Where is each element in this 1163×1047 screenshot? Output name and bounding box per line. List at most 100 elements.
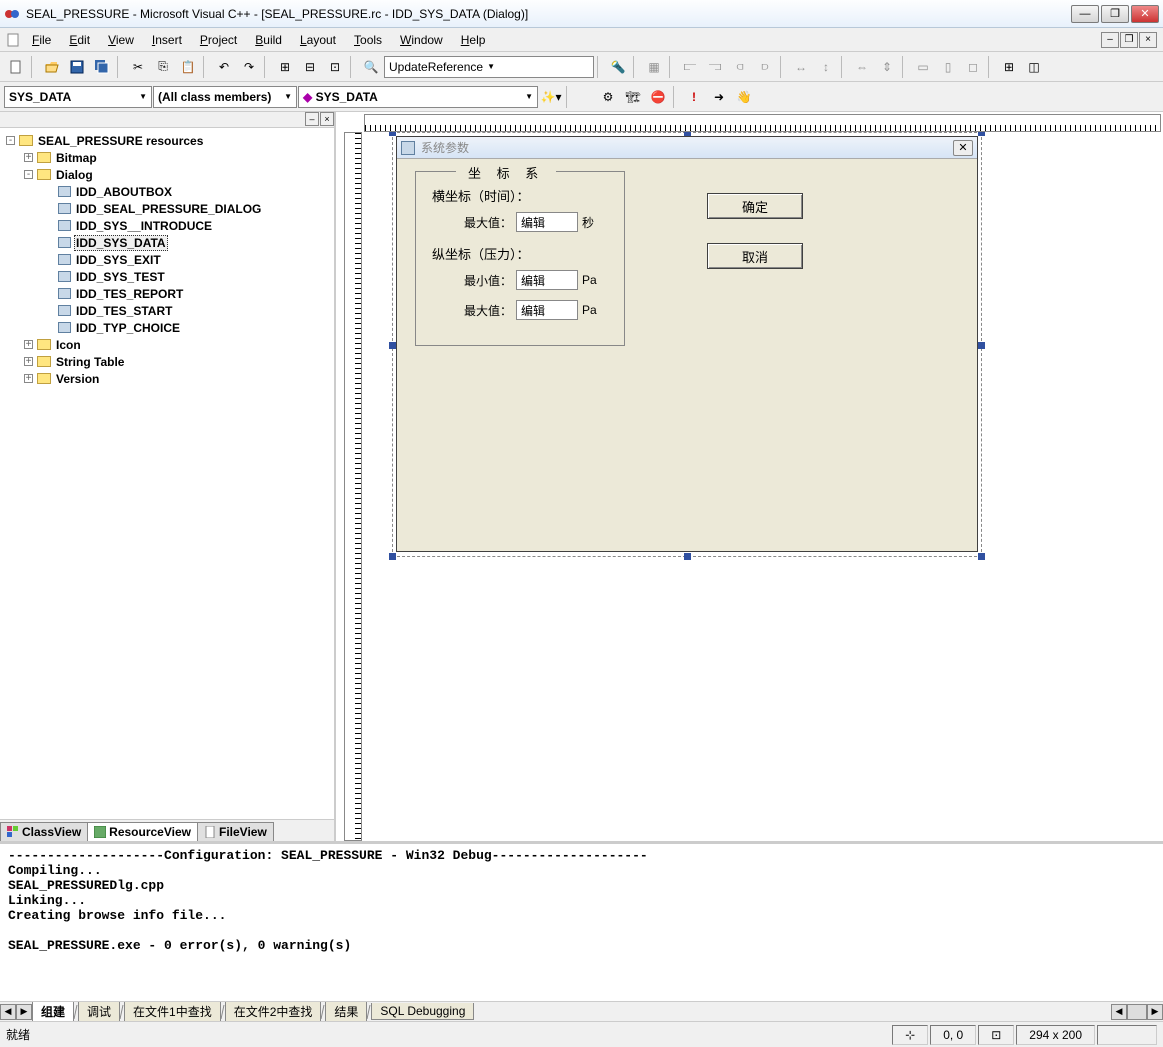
wizard-action-button[interactable]: ✨▾: [539, 85, 563, 109]
ok-button[interactable]: 确定: [707, 193, 803, 219]
menu-edit[interactable]: Edit: [61, 31, 98, 49]
output-tab-debug[interactable]: 调试: [78, 1002, 120, 1022]
go-button[interactable]: ➜: [707, 85, 731, 109]
dialog-preview[interactable]: 系统参数 ✕ 坐 标 系 横坐标（时间）： 最大值： 编辑 秒 纵: [396, 136, 978, 552]
menu-window[interactable]: Window: [392, 31, 451, 49]
paste-button[interactable]: 📋: [176, 55, 200, 79]
tab-resourceview[interactable]: ResourceView: [87, 822, 198, 841]
output-hscroll-right[interactable]: ▶: [1147, 1004, 1163, 1020]
guides-button[interactable]: ◫: [1022, 55, 1046, 79]
menu-tools[interactable]: Tools: [346, 31, 390, 49]
ruler-horizontal[interactable]: [364, 114, 1161, 132]
class-combo[interactable]: SYS_DATA▼: [4, 86, 152, 108]
output-tab-find2[interactable]: 在文件2中查找: [225, 1002, 322, 1022]
member-filter-combo[interactable]: (All class members)▼: [153, 86, 297, 108]
output-hscroll-thumb[interactable]: [1127, 1004, 1147, 1020]
align-right-button[interactable]: ⫎: [703, 55, 727, 79]
build-button[interactable]: 🏗: [621, 85, 645, 109]
tree-dialog-item[interactable]: IDD_TES_REPORT: [4, 285, 330, 302]
tree-bitmap[interactable]: +Bitmap: [4, 149, 330, 166]
maximize-button[interactable]: ❐: [1101, 5, 1129, 23]
test-button[interactable]: ▦: [642, 55, 666, 79]
workspace-button[interactable]: ⊞: [273, 55, 297, 79]
output-hscroll-left[interactable]: ◀: [1111, 1004, 1127, 1020]
label-y-min: 最小值：: [440, 272, 512, 289]
align-top-button[interactable]: ⫏: [728, 55, 752, 79]
grid-button[interactable]: ⊞: [997, 55, 1021, 79]
align-bottom-button[interactable]: ⫐: [753, 55, 777, 79]
find-button[interactable]: 🔍: [359, 55, 383, 79]
ruler-vertical[interactable]: [344, 132, 362, 841]
save-all-button[interactable]: [90, 55, 114, 79]
window-list-button[interactable]: ⊡: [323, 55, 347, 79]
output-text[interactable]: --------------------Configuration: SEAL_…: [0, 844, 1163, 1001]
tree-version[interactable]: +Version: [4, 370, 330, 387]
minimize-button[interactable]: —: [1071, 5, 1099, 23]
input-y-max[interactable]: 编辑: [516, 300, 578, 320]
preview-close-button[interactable]: ✕: [953, 140, 973, 156]
symbol-combo[interactable]: ◆ SYS_DATA▼: [298, 86, 538, 108]
tree-dialog-item[interactable]: IDD_ABOUTBOX: [4, 183, 330, 200]
new-button[interactable]: [4, 55, 28, 79]
tree-dialog[interactable]: -Dialog: [4, 166, 330, 183]
tab-fileview[interactable]: FileView: [197, 822, 274, 841]
input-x-max[interactable]: 编辑: [516, 212, 578, 232]
mdi-minimize-button[interactable]: –: [1101, 32, 1119, 48]
find-combo[interactable]: UpdateReference▼: [384, 56, 594, 78]
tree-dialog-item[interactable]: IDD_SEAL_PRESSURE_DIALOG: [4, 200, 330, 217]
tree-icon[interactable]: +Icon: [4, 336, 330, 353]
mdi-restore-button[interactable]: ❐: [1120, 32, 1138, 48]
design-canvas[interactable]: 系统参数 ✕ 坐 标 系 横坐标（时间）： 最大值： 编辑 秒 纵: [362, 132, 1163, 841]
space-h-button[interactable]: ⇔: [850, 55, 874, 79]
cancel-button[interactable]: 取消: [707, 243, 803, 269]
tree-string-table[interactable]: +String Table: [4, 353, 330, 370]
tree-dialog-item[interactable]: IDD_SYS_EXIT: [4, 251, 330, 268]
output-scroll-right[interactable]: ▶: [16, 1004, 32, 1020]
menu-layout[interactable]: Layout: [292, 31, 344, 49]
output-scroll-left[interactable]: ◀: [0, 1004, 16, 1020]
mdi-close-button[interactable]: ×: [1139, 32, 1157, 48]
close-button[interactable]: ✕: [1131, 5, 1159, 23]
output-tab-find1[interactable]: 在文件1中查找: [124, 1002, 221, 1022]
align-left-button[interactable]: ⫍: [678, 55, 702, 79]
tab-classview[interactable]: ClassView: [0, 822, 88, 841]
panel-dock-button[interactable]: –: [305, 112, 319, 126]
redo-button[interactable]: ↷: [237, 55, 261, 79]
stop-build-button[interactable]: ⛔: [646, 85, 670, 109]
output-button[interactable]: ⊟: [298, 55, 322, 79]
center-v-button[interactable]: ↕: [814, 55, 838, 79]
same-width-button[interactable]: ▭: [911, 55, 935, 79]
output-tab-results[interactable]: 结果: [325, 1002, 367, 1022]
copy-button[interactable]: ⎘: [151, 55, 175, 79]
search-button[interactable]: 🔦: [606, 55, 630, 79]
input-y-min[interactable]: 编辑: [516, 270, 578, 290]
breakpoint-button[interactable]: 👋: [732, 85, 756, 109]
panel-close-button[interactable]: ×: [320, 112, 334, 126]
undo-button[interactable]: ↶: [212, 55, 236, 79]
menu-insert[interactable]: Insert: [144, 31, 190, 49]
tree-root[interactable]: -SEAL_PRESSURE resources: [4, 132, 330, 149]
same-size-button[interactable]: ◻: [961, 55, 985, 79]
menu-file[interactable]: File: [24, 31, 59, 49]
groupbox-coords[interactable]: 坐 标 系 横坐标（时间）： 最大值： 编辑 秒 纵坐标（压力）： 最小值： 编…: [415, 171, 625, 346]
menu-view[interactable]: View: [100, 31, 142, 49]
compile-button[interactable]: ⚙: [596, 85, 620, 109]
save-button[interactable]: [65, 55, 89, 79]
tree-dialog-item[interactable]: IDD_SYS__INTRODUCE: [4, 217, 330, 234]
same-height-button[interactable]: ▯: [936, 55, 960, 79]
output-tab-sql[interactable]: SQL Debugging: [371, 1003, 474, 1020]
tree-dialog-item[interactable]: IDD_TYP_CHOICE: [4, 319, 330, 336]
tree-dialog-item[interactable]: IDD_SYS_TEST: [4, 268, 330, 285]
center-h-button[interactable]: ↔: [789, 55, 813, 79]
menu-project[interactable]: Project: [192, 31, 245, 49]
output-tab-build[interactable]: 组建: [32, 1002, 74, 1022]
tree-dialog-item-selected[interactable]: IDD_SYS_DATA: [4, 234, 330, 251]
execute-button[interactable]: !: [682, 85, 706, 109]
tree-dialog-item[interactable]: IDD_TES_START: [4, 302, 330, 319]
open-button[interactable]: [40, 55, 64, 79]
resource-tree[interactable]: -SEAL_PRESSURE resources +Bitmap -Dialog…: [0, 128, 334, 819]
menu-build[interactable]: Build: [247, 31, 290, 49]
menu-help[interactable]: Help: [453, 31, 494, 49]
cut-button[interactable]: ✂: [126, 55, 150, 79]
space-v-button[interactable]: ⇕: [875, 55, 899, 79]
